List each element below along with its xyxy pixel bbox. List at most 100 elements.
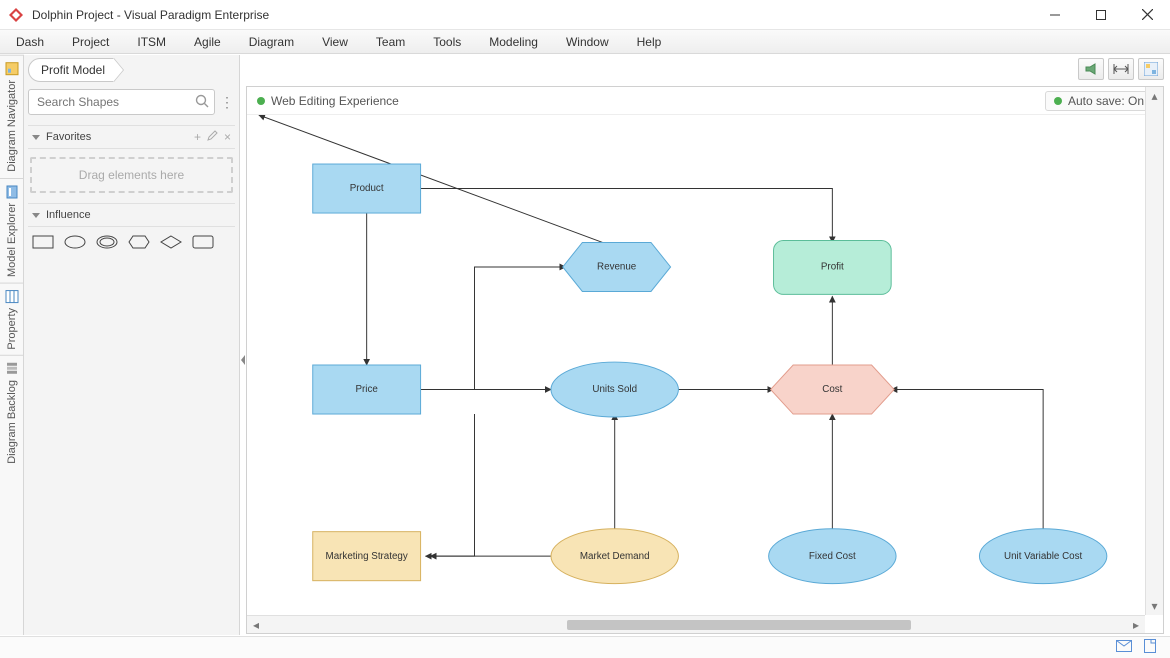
menu-dash[interactable]: Dash bbox=[16, 35, 44, 49]
node-market-demand[interactable]: Market Demand bbox=[551, 529, 678, 584]
node-unit-variable-cost[interactable]: Unit Variable Cost bbox=[979, 529, 1106, 584]
tab-label: Diagram Navigator bbox=[6, 80, 18, 172]
status-dot-icon bbox=[257, 97, 265, 105]
tab-diagram-navigator[interactable]: Diagram Navigator bbox=[0, 55, 24, 178]
menu-project[interactable]: Project bbox=[72, 35, 109, 49]
svg-text:Cost: Cost bbox=[822, 384, 842, 395]
canvas-frame: Web Editing Experience Auto save: On bbox=[246, 86, 1164, 634]
close-button[interactable] bbox=[1124, 0, 1170, 30]
search-icon bbox=[195, 94, 209, 111]
more-options-button[interactable]: ⋮ bbox=[219, 89, 235, 115]
menu-window[interactable]: Window bbox=[566, 35, 609, 49]
left-tab-strip: Diagram Navigator Model Explorer Propert… bbox=[0, 55, 24, 635]
influence-section-header[interactable]: Influence bbox=[28, 203, 235, 227]
tab-label: Diagram Backlog bbox=[6, 380, 18, 464]
node-product[interactable]: Product bbox=[313, 164, 421, 213]
svg-text:Fixed Cost: Fixed Cost bbox=[809, 551, 856, 562]
node-price[interactable]: Price bbox=[313, 365, 421, 414]
menu-tools[interactable]: Tools bbox=[433, 35, 461, 49]
fit-width-button[interactable] bbox=[1108, 58, 1134, 80]
property-icon bbox=[5, 290, 19, 304]
chevron-down-icon bbox=[32, 135, 40, 140]
shape-diamond[interactable] bbox=[160, 235, 182, 249]
shape-hexagon[interactable] bbox=[128, 235, 150, 249]
shape-rectangle[interactable] bbox=[32, 235, 54, 249]
breadcrumb: Profit Model bbox=[28, 57, 235, 83]
canvas-status-bar: Web Editing Experience Auto save: On bbox=[247, 87, 1163, 115]
node-cost[interactable]: Cost bbox=[771, 365, 895, 414]
menu-itsm[interactable]: ITSM bbox=[137, 35, 166, 49]
node-profit[interactable]: Profit bbox=[774, 240, 892, 294]
svg-text:Units Sold: Units Sold bbox=[592, 384, 637, 395]
mail-icon[interactable] bbox=[1116, 640, 1132, 655]
editing-status: Web Editing Experience bbox=[257, 94, 399, 108]
shapes-panel: Profit Model ⋮ Favorites + × Drag elemen… bbox=[24, 55, 240, 635]
menu-team[interactable]: Team bbox=[376, 35, 405, 49]
scroll-right-arrow[interactable]: ▸ bbox=[1127, 616, 1145, 634]
status-bar bbox=[0, 636, 1170, 658]
remove-favorite-icon[interactable]: × bbox=[224, 130, 231, 144]
shape-palette bbox=[28, 227, 235, 257]
menu-view[interactable]: View bbox=[322, 35, 348, 49]
tab-model-explorer[interactable]: Model Explorer bbox=[0, 178, 24, 283]
breadcrumb-chip[interactable]: Profit Model bbox=[28, 58, 114, 82]
favorites-label: Favorites bbox=[46, 131, 91, 143]
svg-text:Marketing Strategy: Marketing Strategy bbox=[326, 551, 408, 562]
scroll-down-arrow[interactable]: ▾ bbox=[1146, 597, 1164, 615]
titlebar: Dolphin Project - Visual Paradigm Enterp… bbox=[0, 0, 1170, 30]
menubar: Dash Project ITSM Agile Diagram View Tea… bbox=[0, 30, 1170, 54]
window-title: Dolphin Project - Visual Paradigm Enterp… bbox=[32, 8, 269, 22]
svg-text:Profit: Profit bbox=[821, 262, 844, 273]
drag-hint-label: Drag elements here bbox=[79, 168, 184, 182]
tab-diagram-backlog[interactable]: Diagram Backlog bbox=[0, 355, 24, 470]
favorites-drop-zone[interactable]: Drag elements here bbox=[30, 157, 233, 193]
search-shapes-input[interactable] bbox=[28, 89, 215, 115]
menu-help[interactable]: Help bbox=[637, 35, 662, 49]
vertical-scrollbar[interactable]: ▴ ▾ bbox=[1145, 87, 1163, 615]
minimize-button[interactable] bbox=[1032, 0, 1078, 30]
breadcrumb-label: Profit Model bbox=[41, 63, 105, 77]
svg-text:Market Demand: Market Demand bbox=[580, 551, 650, 562]
menu-modeling[interactable]: Modeling bbox=[489, 35, 538, 49]
edit-favorite-icon[interactable] bbox=[207, 130, 218, 144]
svg-text:Price: Price bbox=[356, 384, 379, 395]
favorites-section-header[interactable]: Favorites + × bbox=[28, 125, 235, 149]
editing-status-label: Web Editing Experience bbox=[271, 94, 399, 108]
node-fixed-cost[interactable]: Fixed Cost bbox=[769, 529, 896, 584]
chevron-down-icon bbox=[32, 213, 40, 218]
layout-button[interactable] bbox=[1138, 58, 1164, 80]
scroll-up-arrow[interactable]: ▴ bbox=[1146, 87, 1164, 105]
maximize-button[interactable] bbox=[1078, 0, 1124, 30]
tab-label: Property bbox=[6, 308, 18, 350]
announce-button[interactable] bbox=[1078, 58, 1104, 80]
tab-label: Model Explorer bbox=[6, 203, 18, 277]
horizontal-scrollbar[interactable]: ◂ ▸ bbox=[247, 615, 1145, 633]
app-logo-icon bbox=[8, 7, 24, 23]
explorer-icon bbox=[5, 185, 19, 199]
svg-text:Unit Variable Cost: Unit Variable Cost bbox=[1004, 551, 1083, 562]
svg-text:Product: Product bbox=[350, 183, 384, 194]
node-revenue[interactable]: Revenue bbox=[563, 242, 671, 291]
shape-double-ellipse[interactable] bbox=[96, 235, 118, 249]
tab-property[interactable]: Property bbox=[0, 283, 24, 356]
influence-label: Influence bbox=[46, 209, 91, 221]
scroll-left-arrow[interactable]: ◂ bbox=[247, 616, 265, 634]
menu-diagram[interactable]: Diagram bbox=[249, 35, 294, 49]
autosave-label: Auto save: On bbox=[1068, 94, 1144, 108]
scroll-thumb[interactable] bbox=[567, 620, 912, 630]
node-units-sold[interactable]: Units Sold bbox=[551, 362, 678, 417]
shape-rounded-rect[interactable] bbox=[192, 235, 214, 249]
menu-agile[interactable]: Agile bbox=[194, 35, 221, 49]
navigator-icon bbox=[5, 62, 19, 76]
node-marketing-strategy[interactable]: Marketing Strategy bbox=[313, 532, 421, 581]
add-favorite-icon[interactable]: + bbox=[194, 130, 201, 144]
diagram-canvas[interactable]: Product Price Revenue Profit Units Sold bbox=[255, 115, 1145, 615]
svg-text:Revenue: Revenue bbox=[597, 262, 637, 273]
autosave-status[interactable]: Auto save: On bbox=[1045, 91, 1153, 111]
status-dot-icon bbox=[1054, 97, 1062, 105]
canvas-toolbar bbox=[246, 56, 1164, 82]
backlog-icon bbox=[5, 362, 19, 376]
window-controls bbox=[1032, 0, 1170, 30]
shape-ellipse[interactable] bbox=[64, 235, 86, 249]
page-icon[interactable] bbox=[1144, 639, 1156, 656]
